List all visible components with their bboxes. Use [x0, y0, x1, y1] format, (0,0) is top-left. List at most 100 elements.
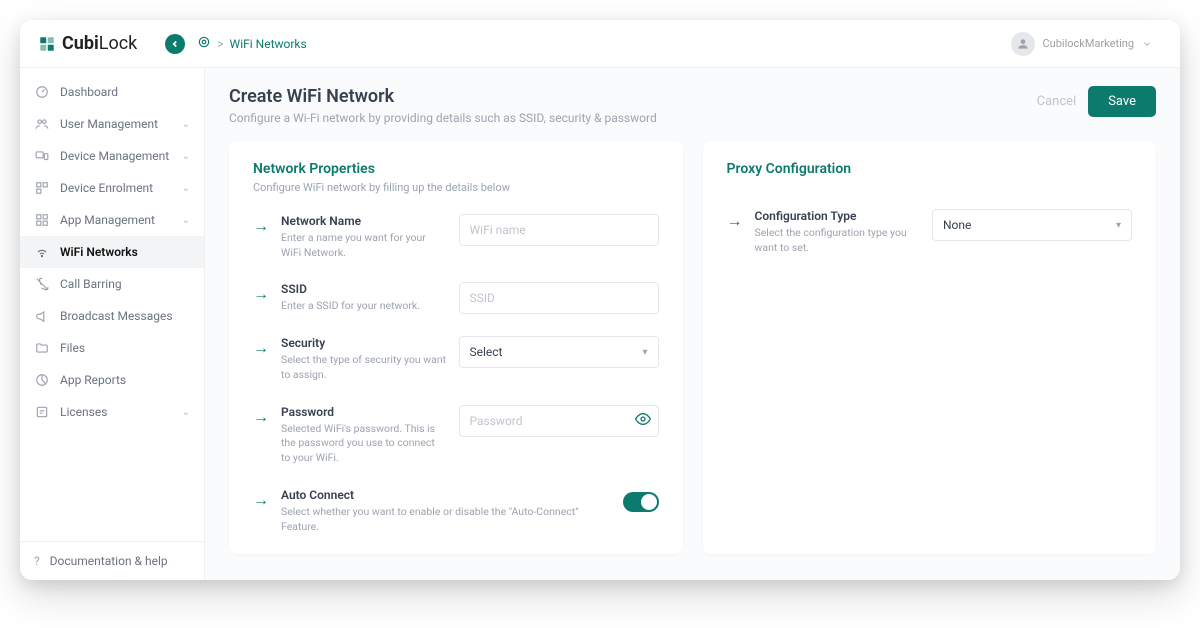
sidebar-item-broadcast[interactable]: Broadcast Messages: [20, 300, 204, 332]
auto-connect-toggle[interactable]: [623, 492, 659, 512]
sidebar-item-app-management[interactable]: App Management ⌄: [20, 204, 204, 236]
sidebar-item-label: Call Barring: [60, 277, 122, 291]
license-icon: [34, 404, 50, 420]
chevron-down-icon: ⌄: [182, 151, 190, 162]
sidebar-item-label: App Reports: [60, 373, 126, 387]
help-icon: ?: [34, 554, 40, 568]
chevron-down-icon: ⌄: [182, 119, 190, 130]
sidebar-item-wifi-networks[interactable]: WiFi Networks: [20, 236, 204, 268]
field-desc: Select the type of security you want to …: [281, 353, 447, 382]
sidebar-item-label: Broadcast Messages: [60, 309, 173, 323]
field-configuration-type: → Configuration Type Select the configur…: [727, 209, 1133, 255]
chevron-down-icon: ⌄: [182, 215, 190, 226]
ssid-input[interactable]: [459, 282, 659, 314]
sidebar-item-label: WiFi Networks: [60, 245, 138, 259]
field-security: → Security Select the type of security y…: [253, 336, 659, 382]
arrow-icon: →: [253, 490, 269, 510]
field-desc: Select the configuration type you want t…: [755, 226, 921, 255]
arrow-icon: →: [253, 284, 269, 304]
network-properties-card: Network Properties Configure WiFi networ…: [229, 141, 683, 554]
user-menu[interactable]: CubilockMarketing: [1001, 28, 1163, 60]
sidebar-item-label: Dashboard: [60, 85, 118, 99]
network-name-input[interactable]: [459, 214, 659, 246]
select-value: Select: [470, 345, 503, 359]
sidebar-item-label: Licenses: [60, 405, 107, 419]
users-icon: [34, 116, 50, 132]
arrow-icon: →: [727, 211, 743, 231]
card-title: Proxy Configuration: [727, 161, 1133, 177]
sidebar-item-label: Device Management: [60, 149, 169, 163]
topbar: CubiLock > WiFi Networks CubilockMarketi…: [20, 20, 1180, 68]
save-button[interactable]: Save: [1088, 86, 1156, 117]
field-network-name: → Network Name Enter a name you want for…: [253, 214, 659, 260]
devices-icon: [34, 148, 50, 164]
field-ssid: → SSID Enter a SSID for your network.: [253, 282, 659, 314]
eye-icon[interactable]: [635, 411, 651, 431]
proxy-configuration-card: Proxy Configuration → Configuration Type…: [703, 141, 1157, 554]
chevron-down-icon: [1142, 34, 1152, 53]
arrow-icon: →: [253, 216, 269, 236]
sidebar-item-user-management[interactable]: User Management ⌄: [20, 108, 204, 140]
card-title: Network Properties: [253, 161, 659, 177]
brand-name-a: Cubi: [62, 33, 99, 54]
back-button[interactable]: [165, 34, 185, 54]
app-window: CubiLock > WiFi Networks CubilockMarketi…: [20, 20, 1180, 580]
breadcrumb-link[interactable]: WiFi Networks: [230, 37, 307, 51]
select-value: None: [943, 218, 971, 232]
arrow-icon: →: [253, 407, 269, 427]
cancel-button[interactable]: Cancel: [1037, 94, 1077, 109]
field-label: Password: [281, 405, 447, 419]
chevron-down-icon: ⌄: [182, 183, 190, 194]
sidebar-item-app-reports[interactable]: App Reports: [20, 364, 204, 396]
chevron-down-icon: ▾: [1116, 220, 1121, 231]
field-label: Security: [281, 336, 447, 350]
sidebar-item-call-barring[interactable]: Call Barring: [20, 268, 204, 300]
sidebar-item-label: Device Enrolment: [60, 181, 153, 195]
folder-icon: [34, 340, 50, 356]
page-title: Create WiFi Network: [229, 86, 657, 107]
card-subtitle: Configure WiFi network by filling up the…: [253, 181, 659, 194]
chart-icon: [34, 372, 50, 388]
sidebar: Dashboard User Management ⌄ Device Manag…: [20, 68, 205, 580]
field-desc: Enter a name you want for your WiFi Netw…: [281, 231, 447, 260]
breadcrumb: > WiFi Networks: [197, 35, 306, 52]
chevron-down-icon: ⌄: [182, 407, 190, 418]
brand-logo[interactable]: CubiLock: [38, 33, 137, 54]
arrow-icon: →: [253, 338, 269, 358]
main-content: Create WiFi Network Configure a Wi-Fi ne…: [205, 68, 1180, 580]
brand-name-b: Lock: [99, 33, 138, 54]
sidebar-item-device-enrolment[interactable]: Device Enrolment ⌄: [20, 172, 204, 204]
sidebar-help[interactable]: ? Documentation & help: [20, 541, 204, 580]
user-name: CubilockMarketing: [1043, 37, 1135, 50]
target-icon: [197, 35, 211, 52]
sidebar-item-label: App Management: [60, 213, 155, 227]
sidebar-item-device-management[interactable]: Device Management ⌄: [20, 140, 204, 172]
page-subtitle: Configure a Wi-Fi network by providing d…: [229, 111, 657, 125]
security-select[interactable]: Select ▾: [459, 336, 659, 368]
field-label: Auto Connect: [281, 488, 611, 502]
grid-icon: [34, 212, 50, 228]
configuration-type-select[interactable]: None ▾: [932, 209, 1132, 241]
body: Dashboard User Management ⌄ Device Manag…: [20, 68, 1180, 580]
field-auto-connect: → Auto Connect Select whether you want t…: [253, 488, 659, 534]
page-header: Create WiFi Network Configure a Wi-Fi ne…: [229, 86, 1156, 125]
field-desc: Enter a SSID for your network.: [281, 299, 447, 314]
sidebar-item-licenses[interactable]: Licenses ⌄: [20, 396, 204, 428]
wifi-icon: [34, 244, 50, 260]
field-desc: Select whether you want to enable or dis…: [281, 505, 611, 534]
qr-icon: [34, 180, 50, 196]
phone-off-icon: [34, 276, 50, 292]
avatar: [1011, 32, 1035, 56]
sidebar-item-label: Files: [60, 341, 85, 355]
field-label: Configuration Type: [755, 209, 921, 223]
help-label: Documentation & help: [50, 554, 168, 568]
chevron-down-icon: ▾: [642, 347, 647, 358]
sidebar-item-files[interactable]: Files: [20, 332, 204, 364]
megaphone-icon: [34, 308, 50, 324]
password-input[interactable]: [459, 405, 659, 437]
field-desc: Selected WiFi's password. This is the pa…: [281, 422, 447, 466]
brand-icon: [38, 35, 56, 53]
field-label: Network Name: [281, 214, 447, 228]
sidebar-item-dashboard[interactable]: Dashboard: [20, 76, 204, 108]
breadcrumb-sep: >: [217, 37, 223, 51]
